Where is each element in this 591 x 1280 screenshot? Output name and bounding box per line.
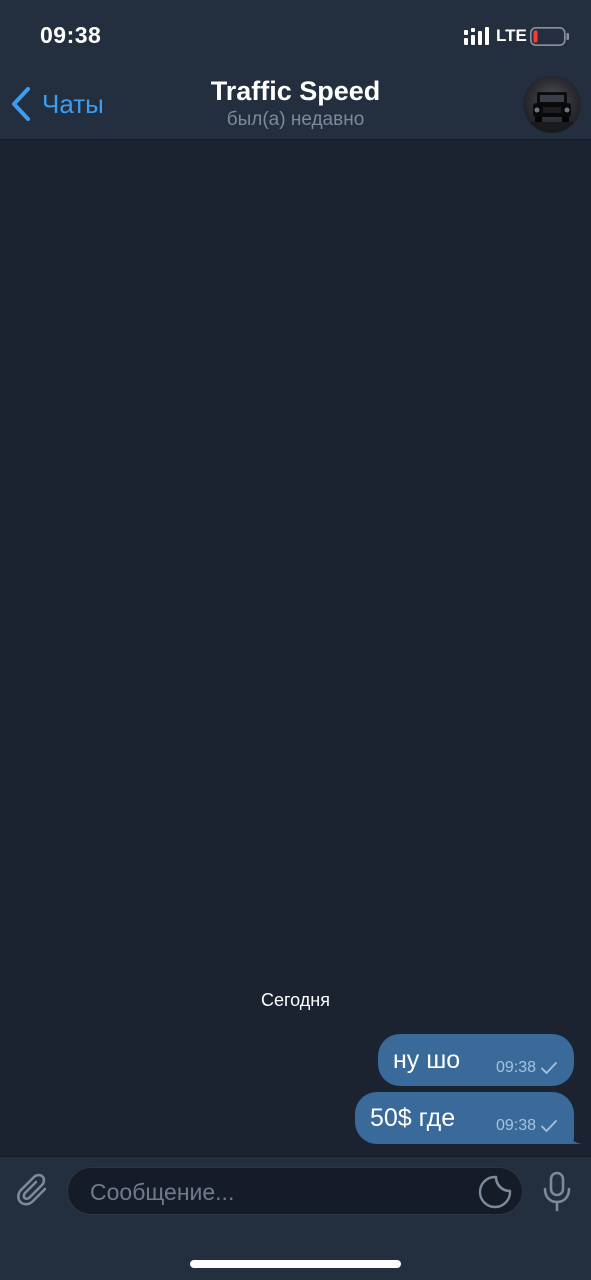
outgoing-message[interactable]: ну шо 09:38 [378, 1034, 574, 1086]
car-photo-icon [523, 92, 581, 133]
network-type: LTE [496, 26, 527, 45]
bubble-tail [566, 1130, 582, 1144]
top-bar: 09:38 LTE Чаты Traffic Speed был(а) неда… [0, 0, 591, 140]
chevron-left-icon [12, 87, 30, 121]
battery-low-icon [530, 27, 569, 46]
home-indicator[interactable] [190, 1260, 401, 1268]
signal-icon [464, 27, 489, 45]
microphone-icon[interactable] [541, 1171, 573, 1213]
message-text: 50$ где [370, 1103, 456, 1132]
message-text: ну шо [393, 1045, 461, 1074]
paperclip-icon[interactable] [14, 1171, 54, 1211]
message-meta: 09:38 [496, 1059, 558, 1077]
message-meta: 09:38 [496, 1117, 558, 1135]
avatar[interactable] [523, 75, 581, 133]
chat-screen: 09:38 LTE Чаты Traffic Speed был(а) неда… [0, 0, 591, 1280]
message-time: 09:38 [495, 1117, 536, 1134]
date-separator: Сегодня [261, 990, 330, 1010]
message-field[interactable] [67, 1167, 523, 1216]
message-time: 09:38 [495, 1059, 536, 1076]
message-input[interactable] [88, 1168, 472, 1216]
back-label: Чаты [42, 88, 104, 119]
back-button[interactable]: Чаты [10, 84, 104, 124]
status-time: 09:38 [40, 22, 102, 48]
single-check-icon [541, 1120, 557, 1132]
message-input-bar [0, 1156, 591, 1280]
outgoing-message[interactable]: 50$ где 09:38 [355, 1092, 582, 1144]
sticker-icon[interactable] [478, 1175, 512, 1209]
single-check-icon [541, 1062, 557, 1074]
